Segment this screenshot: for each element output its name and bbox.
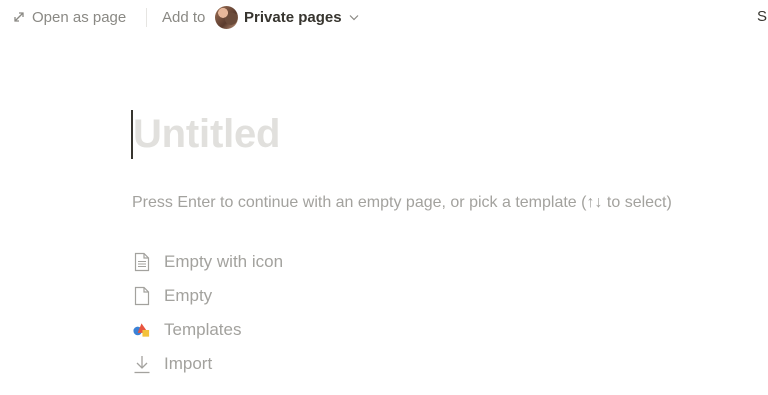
option-import[interactable]: Import — [132, 347, 283, 381]
avatar — [215, 5, 238, 29]
share-button[interactable]: S — [757, 8, 767, 25]
workspace-location-selector[interactable]: Private pages — [215, 5, 359, 29]
page-with-lines-icon — [132, 252, 151, 273]
open-as-page-label: Open as page — [32, 8, 127, 26]
open-as-page-button[interactable]: Open as page — [12, 7, 126, 27]
topbar-divider — [146, 8, 147, 27]
option-empty[interactable]: Empty — [132, 279, 283, 313]
workspace-location-label: Private pages — [244, 8, 342, 26]
import-arrow-icon — [132, 354, 151, 375]
expand-diagonal-icon — [12, 10, 26, 24]
option-templates[interactable]: Templates — [132, 313, 283, 347]
option-empty-with-icon[interactable]: Empty with icon — [132, 245, 283, 279]
new-page-options-list: Empty with icon Empty Templates Import — [132, 245, 283, 381]
option-label: Empty — [164, 286, 213, 305]
option-label: Empty with icon — [164, 252, 284, 271]
templates-shapes-icon — [132, 320, 151, 341]
option-label: Templates — [164, 320, 242, 339]
add-to-label: Add to — [162, 8, 206, 26]
chevron-down-icon — [348, 13, 359, 21]
option-label: Import — [164, 354, 213, 373]
blank-page-icon — [132, 286, 151, 307]
empty-page-hint: Press Enter to continue with an empty pa… — [132, 194, 672, 211]
peek-topbar: Open as page Add to Private pages S — [0, 0, 768, 34]
page-title-input[interactable]: Untitled — [133, 108, 280, 160]
